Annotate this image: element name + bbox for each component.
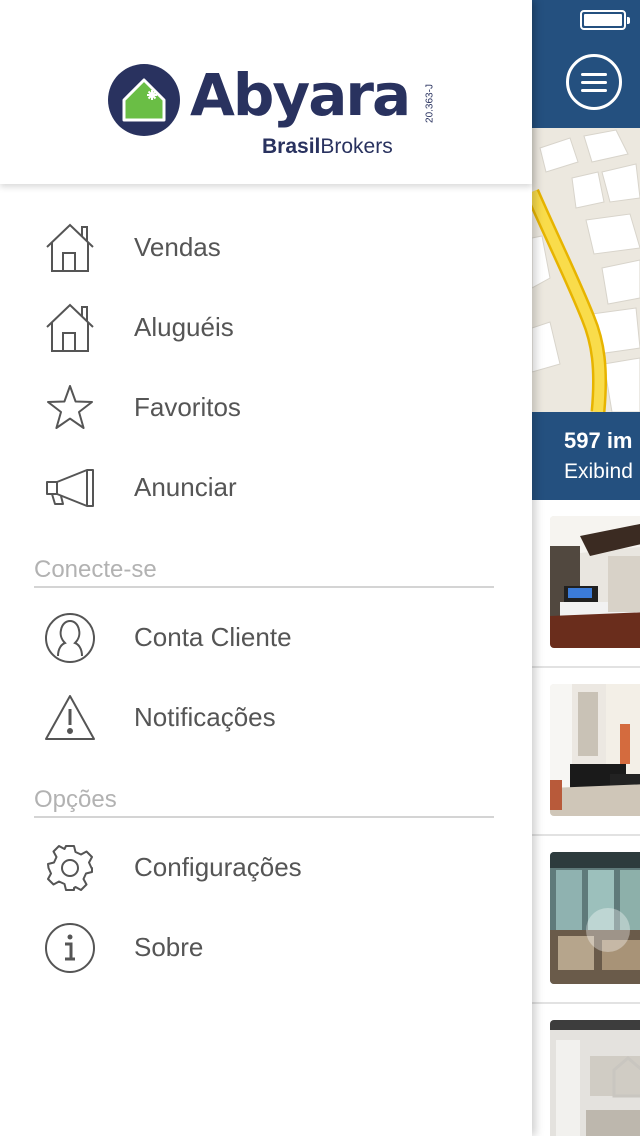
menu-item-notificacoes[interactable]: Notificações xyxy=(0,677,532,757)
menu-item-alugueis[interactable]: Aluguéis xyxy=(0,287,532,367)
menu-label: Sobre xyxy=(134,932,204,962)
gear-icon xyxy=(40,842,100,894)
battery-icon xyxy=(580,10,630,30)
house-icon xyxy=(40,302,100,354)
menu-label: Conta Cliente xyxy=(134,622,292,652)
main-screen: nidas 597 im Exibind xyxy=(532,0,640,1136)
user-icon xyxy=(40,612,100,664)
star-icon xyxy=(40,382,100,434)
listing-item[interactable] xyxy=(532,1004,640,1136)
menu-item-sobre[interactable]: Sobre xyxy=(0,907,532,987)
menu-item-configuracoes[interactable]: Configurações xyxy=(0,827,532,907)
brand-registration: 20.363-J xyxy=(424,84,436,123)
listing-item[interactable] xyxy=(532,836,640,1004)
results-subtitle: Exibind xyxy=(564,460,633,483)
abyara-logo-icon xyxy=(108,64,180,136)
menu-item-conta-cliente[interactable]: Conta Cliente xyxy=(0,597,532,677)
section-header-opcoes: Opções xyxy=(34,786,494,818)
listing-photo xyxy=(550,852,640,984)
map-view[interactable]: nidas xyxy=(532,128,640,412)
listing-item[interactable] xyxy=(532,668,640,836)
megaphone-icon xyxy=(40,462,100,514)
warning-icon xyxy=(40,692,100,744)
results-bar: 597 im Exibind xyxy=(532,412,640,500)
side-drawer: Abyara BrasilBrokers 20.363-J Vendas Alu… xyxy=(0,0,532,1136)
menu-label: Favoritos xyxy=(134,392,241,422)
menu-item-anunciar[interactable]: Anunciar xyxy=(0,447,532,527)
brand-subtitle: BrasilBrokers xyxy=(262,135,393,158)
map-graphic xyxy=(532,128,640,412)
results-count: 597 im xyxy=(564,428,633,453)
listing-photo xyxy=(550,684,640,816)
menu-label: Anunciar xyxy=(134,472,237,502)
main-header xyxy=(532,0,640,128)
menu-button[interactable] xyxy=(566,54,622,110)
logo-header: Abyara BrasilBrokers 20.363-J xyxy=(0,0,532,184)
menu-label: Notificações xyxy=(134,702,276,732)
house-icon xyxy=(40,222,100,274)
hamburger-icon xyxy=(581,72,607,76)
brand-name: Abyara xyxy=(190,61,411,129)
menu-label: Aluguéis xyxy=(134,312,234,342)
listing-item[interactable] xyxy=(532,500,640,668)
menu-item-favoritos[interactable]: Favoritos xyxy=(0,367,532,447)
info-icon xyxy=(40,922,100,974)
menu-item-vendas[interactable]: Vendas xyxy=(0,207,532,287)
menu-label: Vendas xyxy=(134,232,221,262)
menu-label: Configurações xyxy=(134,852,302,882)
listing-photo xyxy=(550,516,640,648)
listing-photo xyxy=(550,1020,640,1136)
section-header-conecte-se: Conecte-se xyxy=(34,556,494,588)
